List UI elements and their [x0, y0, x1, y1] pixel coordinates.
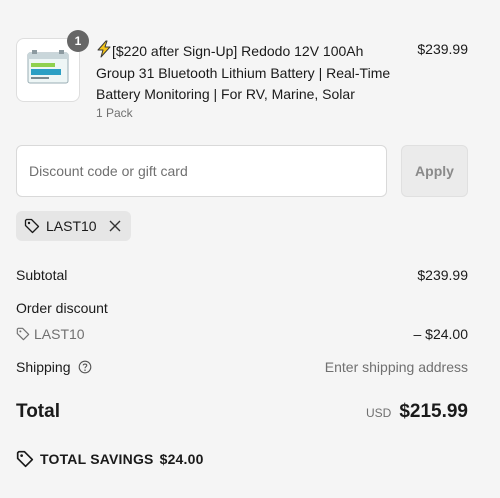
subtotal-label: Subtotal [16, 267, 68, 283]
total-value-block: USD $215.99 [366, 401, 468, 423]
question-circle-icon[interactable] [78, 360, 92, 374]
close-icon [109, 220, 121, 232]
savings-label: TOTAL SAVINGS [40, 451, 154, 467]
product-title: [$220 after Sign-Up] Redodo 12V 100Ah Gr… [96, 43, 391, 102]
discount-code-line: LAST10 [16, 326, 468, 342]
total-label: Total [16, 401, 60, 422]
product-price: $239.99 [417, 41, 468, 57]
total-savings: TOTAL SAVINGS $24.00 [16, 450, 204, 468]
remove-discount-button[interactable] [109, 220, 121, 232]
shipping-value: Enter shipping address [324, 359, 468, 375]
quantity-badge: 1 [67, 30, 89, 52]
order-discount-row: Order discount [16, 300, 468, 316]
discount-value: – $24.00 [413, 326, 469, 342]
savings-value: $24.00 [159, 451, 204, 467]
shipping-row: Shipping Enter shipping address [16, 359, 468, 375]
total-amount: $215.99 [399, 401, 468, 422]
cart-line-item: 1 [$220 after Sign-Up] Redodo 12V 100Ah … [16, 30, 468, 122]
discount-code-input[interactable] [16, 145, 387, 197]
tag-icon [16, 327, 30, 341]
currency-code: USD [365, 406, 392, 420]
order-discount-label: Order discount [16, 300, 108, 316]
product-title-block: [$220 after Sign-Up] Redodo 12V 100Ah Gr… [96, 40, 396, 106]
applied-discount-code: LAST10 [46, 218, 97, 234]
discount-code-row: LAST10 – $24.00 [16, 326, 468, 342]
applied-discount-chip: LAST10 [16, 211, 131, 241]
tag-icon [24, 218, 40, 234]
product-variant: 1 Pack [96, 106, 133, 120]
discount-code-label: LAST10 [34, 326, 85, 342]
lightning-bolt-icon [97, 40, 111, 58]
shipping-label: Shipping [16, 359, 71, 375]
apply-discount-button[interactable]: Apply [401, 145, 468, 197]
subtotal-row: Subtotal $239.99 [16, 267, 468, 283]
tag-icon [16, 450, 34, 468]
subtotal-value: $239.99 [417, 267, 468, 283]
